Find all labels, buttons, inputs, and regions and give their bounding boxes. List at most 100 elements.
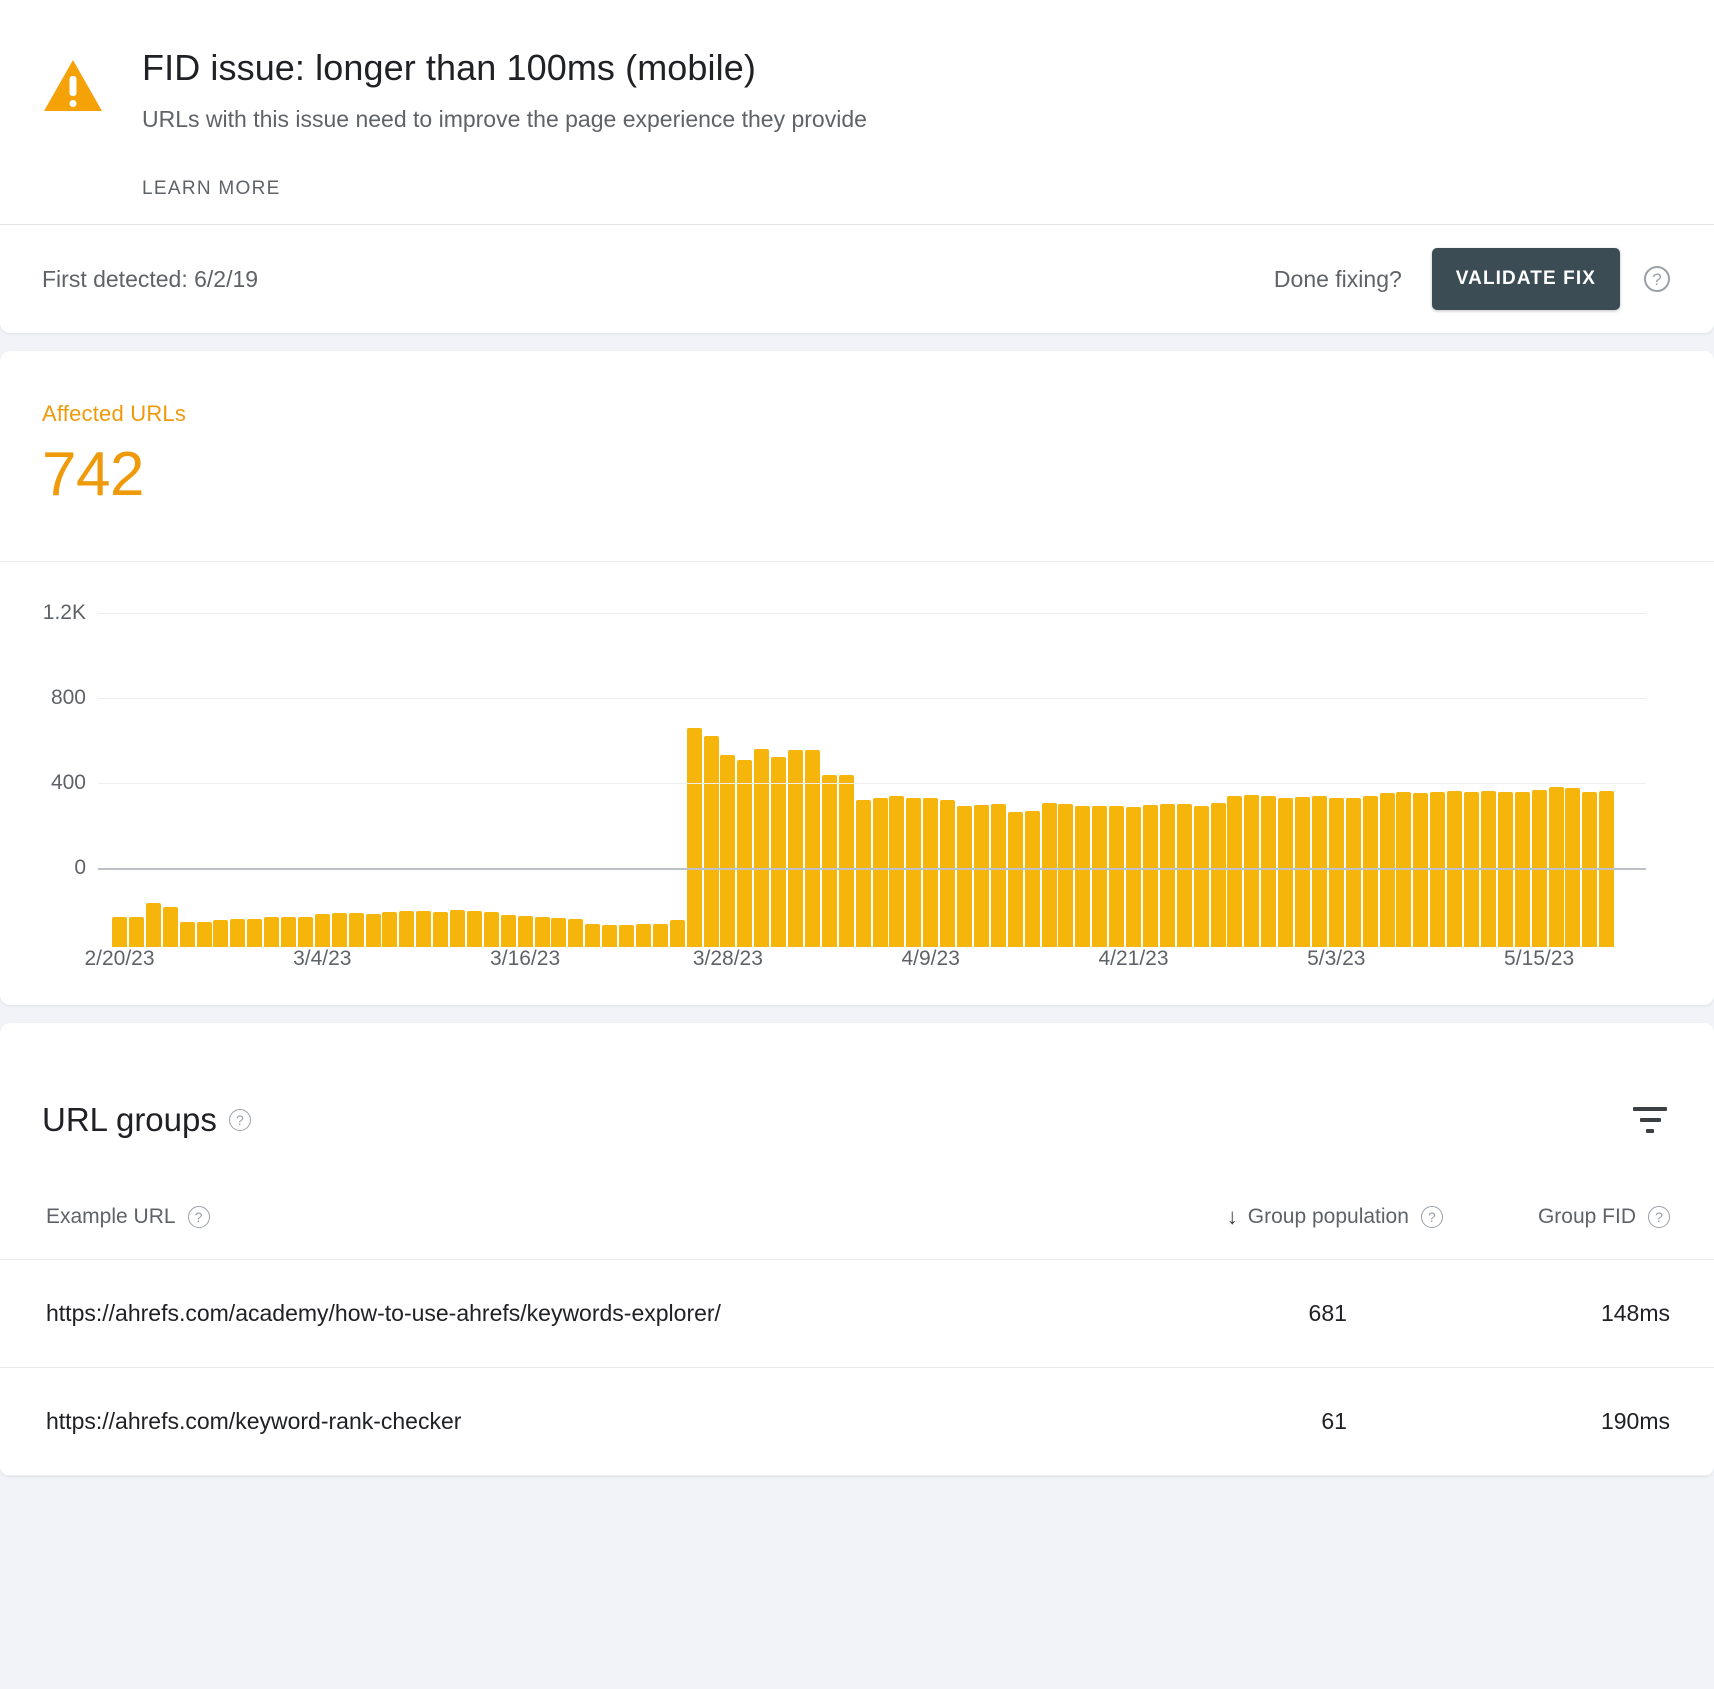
chart-bar[interactable]	[974, 805, 989, 947]
chart-bar[interactable]	[568, 919, 583, 947]
chart-bar[interactable]	[1143, 805, 1158, 947]
validate-fix-button[interactable]: VALIDATE FIX	[1432, 248, 1620, 310]
chart-bar[interactable]	[197, 922, 212, 948]
chart-bar[interactable]	[585, 924, 600, 947]
chart-bar[interactable]	[1244, 795, 1259, 947]
help-circle-icon[interactable]: ?	[188, 1206, 210, 1228]
chart-bar[interactable]	[940, 800, 955, 947]
chart-bar[interactable]	[129, 917, 144, 947]
help-circle-icon[interactable]: ?	[1421, 1206, 1443, 1228]
chart-bar[interactable]	[991, 804, 1006, 947]
chart-bar[interactable]	[416, 911, 431, 947]
chart-bar[interactable]	[349, 913, 364, 947]
chart-bar[interactable]	[535, 917, 550, 947]
cell-example-url[interactable]: https://ahrefs.com/keyword-rank-checker	[0, 1368, 1110, 1476]
chart-bar[interactable]	[450, 910, 465, 947]
chart-bar[interactable]	[771, 757, 786, 947]
chart-bar[interactable]	[1092, 806, 1107, 947]
chart-bar[interactable]	[112, 917, 127, 947]
column-header-group-fid[interactable]: Group FID ?	[1443, 1205, 1714, 1260]
chart-bar[interactable]	[264, 917, 279, 947]
chart-bar[interactable]	[1312, 796, 1327, 947]
chart-y-tick-label: 800	[0, 686, 86, 710]
chart-bar[interactable]	[281, 917, 296, 947]
learn-more-link[interactable]: LEARN MORE	[142, 178, 281, 200]
table-row[interactable]: https://ahrefs.com/keyword-rank-checker6…	[0, 1368, 1714, 1476]
chart-bar[interactable]	[889, 796, 904, 947]
chart-y-tick-label: 1.2K	[0, 601, 86, 625]
chart-bar[interactable]	[1278, 798, 1293, 947]
column-header-group-population[interactable]: ↓ Group population ?	[1110, 1205, 1443, 1260]
chart-bar[interactable]	[822, 775, 837, 947]
issue-header: FID issue: longer than 100ms (mobile) UR…	[0, 0, 1714, 224]
chart-bar[interactable]	[213, 920, 228, 947]
chart-bar[interactable]	[298, 917, 313, 947]
table-header: Example URL ? ↓ Group population ?	[0, 1205, 1714, 1260]
chart-bar[interactable]	[1177, 804, 1192, 947]
chart-x-tick-label: 2/20/23	[84, 947, 154, 971]
column-header-example-url[interactable]: Example URL ?	[0, 1205, 1110, 1260]
sort-descending-icon: ↓	[1227, 1206, 1238, 1228]
chart-bar[interactable]	[1042, 803, 1057, 948]
chart-bar[interactable]	[1295, 797, 1310, 947]
chart-bar[interactable]	[1109, 806, 1124, 947]
help-circle-icon[interactable]: ?	[229, 1109, 251, 1131]
table-row[interactable]: https://ahrefs.com/academy/how-to-use-ah…	[0, 1260, 1714, 1368]
chart-bar[interactable]	[856, 800, 871, 947]
chart-x-tick-label: 5/3/23	[1307, 947, 1365, 971]
chart-bar[interactable]	[923, 798, 938, 947]
chart-bar[interactable]	[788, 750, 803, 947]
chart-bar[interactable]	[247, 919, 262, 947]
chart-bar[interactable]	[366, 914, 381, 947]
chart-bar[interactable]	[1008, 812, 1023, 947]
chart-bar[interactable]	[805, 750, 820, 947]
chart-bar[interactable]	[146, 903, 161, 947]
chart-bar[interactable]	[1025, 811, 1040, 947]
chart-bar[interactable]	[1329, 798, 1344, 947]
help-circle-icon[interactable]: ?	[1648, 1206, 1670, 1228]
chart-bar[interactable]	[433, 912, 448, 947]
chart-bar[interactable]	[230, 919, 245, 947]
chart-bar[interactable]	[484, 912, 499, 947]
chart-bar[interactable]	[1194, 806, 1209, 947]
chart-bar[interactable]	[1058, 804, 1073, 947]
chart-bar[interactable]	[670, 920, 685, 947]
chart-bar[interactable]	[501, 915, 516, 947]
chart-bar[interactable]	[1211, 803, 1226, 948]
chart-bar[interactable]	[467, 911, 482, 947]
table-body: https://ahrefs.com/academy/how-to-use-ah…	[0, 1260, 1714, 1476]
chart-bar[interactable]	[1227, 796, 1242, 947]
chart-bar[interactable]	[636, 924, 651, 947]
chart-bar[interactable]	[332, 913, 347, 947]
chart-bar[interactable]	[399, 911, 414, 947]
chart-bar[interactable]	[551, 918, 566, 947]
affected-urls-chart[interactable]: 1.2K8004000	[0, 562, 1714, 947]
chart-bar[interactable]	[754, 749, 769, 947]
chart-bar[interactable]	[839, 775, 854, 947]
chart-bar[interactable]	[653, 924, 668, 947]
chart-bar[interactable]	[602, 925, 617, 947]
chart-bar[interactable]	[737, 760, 752, 947]
chart-bar[interactable]	[315, 914, 330, 947]
chart-bar[interactable]	[619, 925, 634, 947]
chart-bar[interactable]	[1549, 787, 1564, 947]
chart-bar[interactable]	[382, 912, 397, 947]
chart-bar[interactable]	[518, 916, 533, 947]
cell-example-url[interactable]: https://ahrefs.com/academy/how-to-use-ah…	[0, 1260, 1110, 1368]
chart-bar[interactable]	[1075, 806, 1090, 947]
chart-bar[interactable]	[1160, 804, 1175, 947]
filter-icon[interactable]	[1630, 1107, 1670, 1133]
chart-bar[interactable]	[163, 907, 178, 947]
chart-bar[interactable]	[1126, 807, 1141, 947]
chart-bar[interactable]	[704, 736, 719, 947]
chart-bar[interactable]	[180, 922, 195, 948]
chart-bar[interactable]	[906, 798, 921, 947]
chart-bar[interactable]	[873, 798, 888, 947]
chart-bar[interactable]	[1346, 798, 1361, 947]
chart-bar[interactable]	[1363, 796, 1378, 947]
help-circle-icon[interactable]: ?	[1644, 266, 1670, 292]
chart-bar[interactable]	[687, 728, 702, 947]
chart-x-axis: 2/20/233/4/233/16/233/28/234/9/234/21/23…	[0, 947, 1714, 1005]
chart-bar[interactable]	[1261, 796, 1276, 947]
chart-bar[interactable]	[957, 806, 972, 947]
